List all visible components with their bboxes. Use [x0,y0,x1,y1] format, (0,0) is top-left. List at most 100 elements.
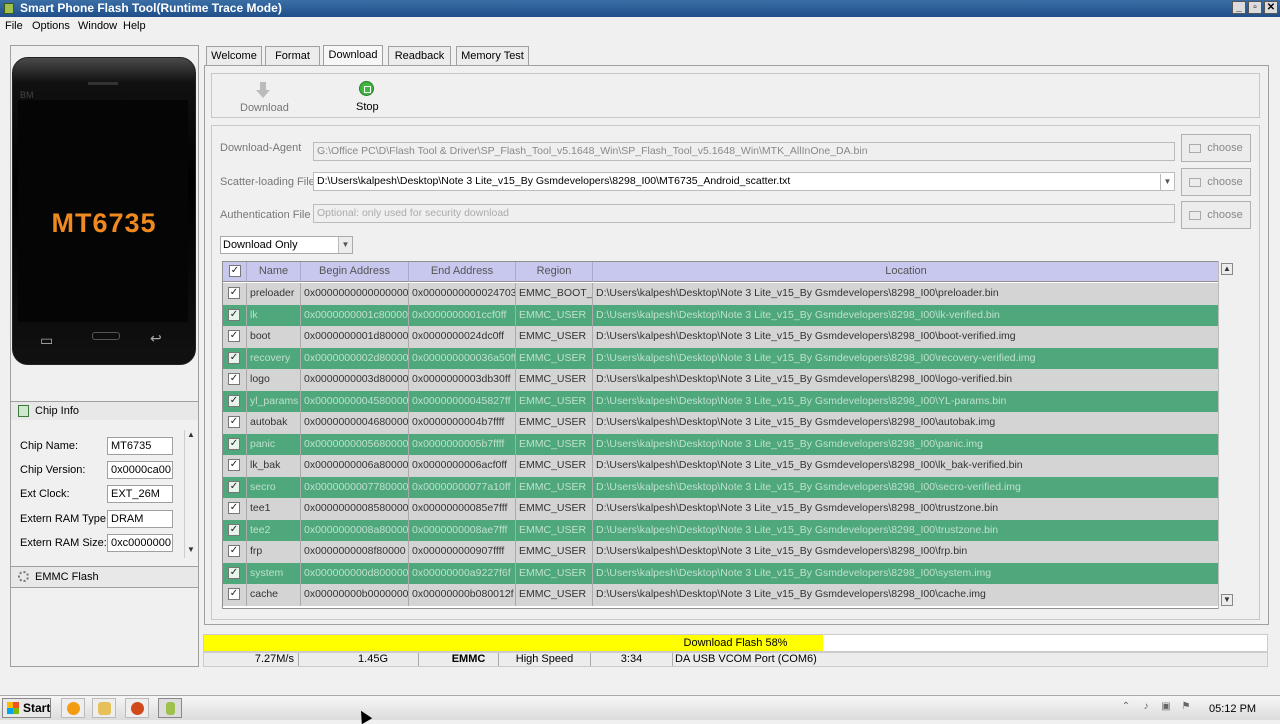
table-row[interactable]: ✓ panic 0x0000000005680000 0x0000000005b7ff… [223,433,1219,455]
chevron-down-icon[interactable]: ▼ [338,237,352,253]
emmc-flash-header[interactable]: EMMC Flash [11,566,198,588]
scroll-up-icon[interactable]: ▲ [185,430,197,442]
select-all-column[interactable]: ✓ [223,262,247,282]
close-button[interactable]: ✕ [1264,1,1278,14]
tab-memory-test[interactable]: Memory Test [456,46,529,65]
row-checkbox-cell[interactable]: ✓ [223,455,247,477]
choose-scatter-button[interactable]: choose [1181,168,1251,196]
scatter-file-field[interactable]: D:\Users\kalpesh\Desktop\Note 3 Lite_v15… [313,172,1175,191]
cell-end: 0x00000000077a10ff [409,476,516,498]
scroll-down-icon[interactable]: ▼ [1221,594,1233,606]
row-checkbox[interactable]: ✓ [228,373,240,385]
table-row[interactable]: ✓ preloader 0x0000000000000000 0x0000000000… [223,283,1219,305]
tab-readback[interactable]: Readback [388,46,451,65]
row-checkbox[interactable]: ✓ [228,308,240,321]
cell-region: EMMC_USER [516,347,593,369]
row-checkbox[interactable]: ✓ [228,502,240,514]
row-checkbox-cell[interactable]: ✓ [223,584,247,606]
column-name[interactable]: Name [247,262,301,282]
table-row[interactable]: ✓ frp 0x0000000008f80000 0x000000000907ffff… [223,541,1219,563]
row-checkbox[interactable]: ✓ [228,523,240,536]
firefox-icon[interactable] [125,698,149,718]
row-checkbox[interactable]: ✓ [228,459,240,471]
table-row[interactable]: ✓ logo 0x0000000003d80000 0x0000000003db30f… [223,369,1219,391]
column-location[interactable]: Location [593,262,1219,282]
row-checkbox[interactable]: ✓ [228,416,240,428]
row-checkbox[interactable]: ✓ [228,330,240,342]
download-arrow-icon[interactable] [256,82,270,98]
start-button[interactable]: Start [2,698,51,718]
table-row[interactable]: ✓ autobak 0x0000000004680000 0x0000000004b7… [223,412,1219,434]
choose-label: choose [1207,142,1243,154]
row-checkbox[interactable]: ✓ [228,351,240,364]
row-checkbox[interactable]: ✓ [228,480,240,493]
stop-icon[interactable] [359,81,374,96]
row-checkbox[interactable]: ✓ [228,437,240,450]
select-all-checkbox[interactable]: ✓ [229,265,241,277]
tray-expand-icon[interactable]: ⌃ [1120,701,1132,713]
chip-info-scrollbar[interactable]: ▲ ▼ [184,430,196,558]
row-checkbox-cell[interactable]: ✓ [223,369,247,391]
cell-region: EMMC_USER [516,498,593,520]
row-checkbox[interactable]: ✓ [228,545,240,557]
flash-tool-icon[interactable] [158,698,182,718]
row-checkbox-cell[interactable]: ✓ [223,433,247,455]
menu-help[interactable]: Help [123,20,146,32]
row-checkbox-cell[interactable]: ✓ [223,304,247,326]
row-checkbox[interactable]: ✓ [228,566,240,579]
row-checkbox-cell[interactable]: ✓ [223,283,247,305]
menu-options[interactable]: Options [32,20,70,32]
row-checkbox-cell[interactable]: ✓ [223,412,247,434]
stop-button[interactable]: Stop [356,101,379,113]
menu-window[interactable]: Window [78,20,117,32]
taskbar-clock[interactable]: 05:12 PM [1209,703,1256,715]
chip-info-header[interactable]: Chip Info [11,401,198,420]
download-button[interactable]: Download [240,102,289,114]
choose-auth-button[interactable]: choose [1181,201,1251,229]
flag-icon[interactable]: ⚑ [1180,701,1192,713]
tab-welcome[interactable]: Welcome [206,46,262,65]
table-row[interactable]: ✓ tee2 0x0000000008a80000 0x0000000008ae7ff… [223,519,1219,541]
row-checkbox[interactable]: ✓ [228,394,240,407]
row-checkbox-cell[interactable]: ✓ [223,476,247,498]
table-row[interactable]: ✓ lk_bak 0x0000000006a80000 0x0000000006acf… [223,455,1219,477]
table-scrollbar[interactable]: ▲ ▼ [1218,261,1235,609]
menu-file[interactable]: File [5,20,23,32]
maximize-button[interactable]: ▫ [1248,1,1262,14]
table-row[interactable]: ✓ lk 0x0000000001c80000 0x0000000001ccf0ff E… [223,304,1219,326]
row-checkbox-cell[interactable]: ✓ [223,541,247,563]
table-row[interactable]: ✓ cache 0x00000000b0000000 0x00000000b08001… [223,584,1219,606]
network-icon[interactable]: ▣ [1160,701,1172,713]
scroll-down-icon[interactable]: ▼ [185,545,197,557]
auth-file-field[interactable]: Optional: only used for security downloa… [313,204,1175,223]
download-mode-select[interactable]: Download Only ▼ [220,236,353,254]
column-begin-address[interactable]: Begin Address [301,262,409,282]
explorer-icon[interactable] [92,698,116,718]
table-row[interactable]: ✓ yl_params 0x0000000004580000 0x0000000004… [223,390,1219,412]
choose-download-agent-button[interactable]: choose [1181,134,1251,162]
tab-format[interactable]: Format [265,46,320,65]
media-player-icon[interactable] [61,698,85,718]
row-checkbox-cell[interactable]: ✓ [223,347,247,369]
column-region[interactable]: Region [516,262,593,282]
table-row[interactable]: ✓ boot 0x0000000001d80000 0x0000000024dc0ff… [223,326,1219,348]
column-end-address[interactable]: End Address [409,262,516,282]
cell-name: recovery [247,347,301,369]
row-checkbox-cell[interactable]: ✓ [223,498,247,520]
table-row[interactable]: ✓ recovery 0x0000000002d80000 0x00000000003… [223,347,1219,369]
volume-icon[interactable]: ♪ [1140,701,1152,713]
row-checkbox-cell[interactable]: ✓ [223,390,247,412]
row-checkbox-cell[interactable]: ✓ [223,562,247,584]
minimize-button[interactable]: _ [1232,1,1246,14]
download-agent-field[interactable]: G:\Office PC\D\Flash Tool & Driver\SP_Fl… [313,142,1175,161]
row-checkbox-cell[interactable]: ✓ [223,326,247,348]
row-checkbox[interactable]: ✓ [228,588,240,600]
chevron-down-icon[interactable]: ▼ [1160,174,1174,190]
table-row[interactable]: ✓ tee1 0x0000000008580000 0x00000000085e7ff… [223,498,1219,520]
row-checkbox[interactable]: ✓ [228,287,240,299]
scroll-up-icon[interactable]: ▲ [1221,263,1233,275]
tab-download[interactable]: Download [323,45,383,66]
table-row[interactable]: ✓ secro 0x0000000007780000 0x00000000077a10… [223,476,1219,498]
row-checkbox-cell[interactable]: ✓ [223,519,247,541]
table-row[interactable]: ✓ system 0x000000000d800000 0x00000000a9227… [223,562,1219,584]
